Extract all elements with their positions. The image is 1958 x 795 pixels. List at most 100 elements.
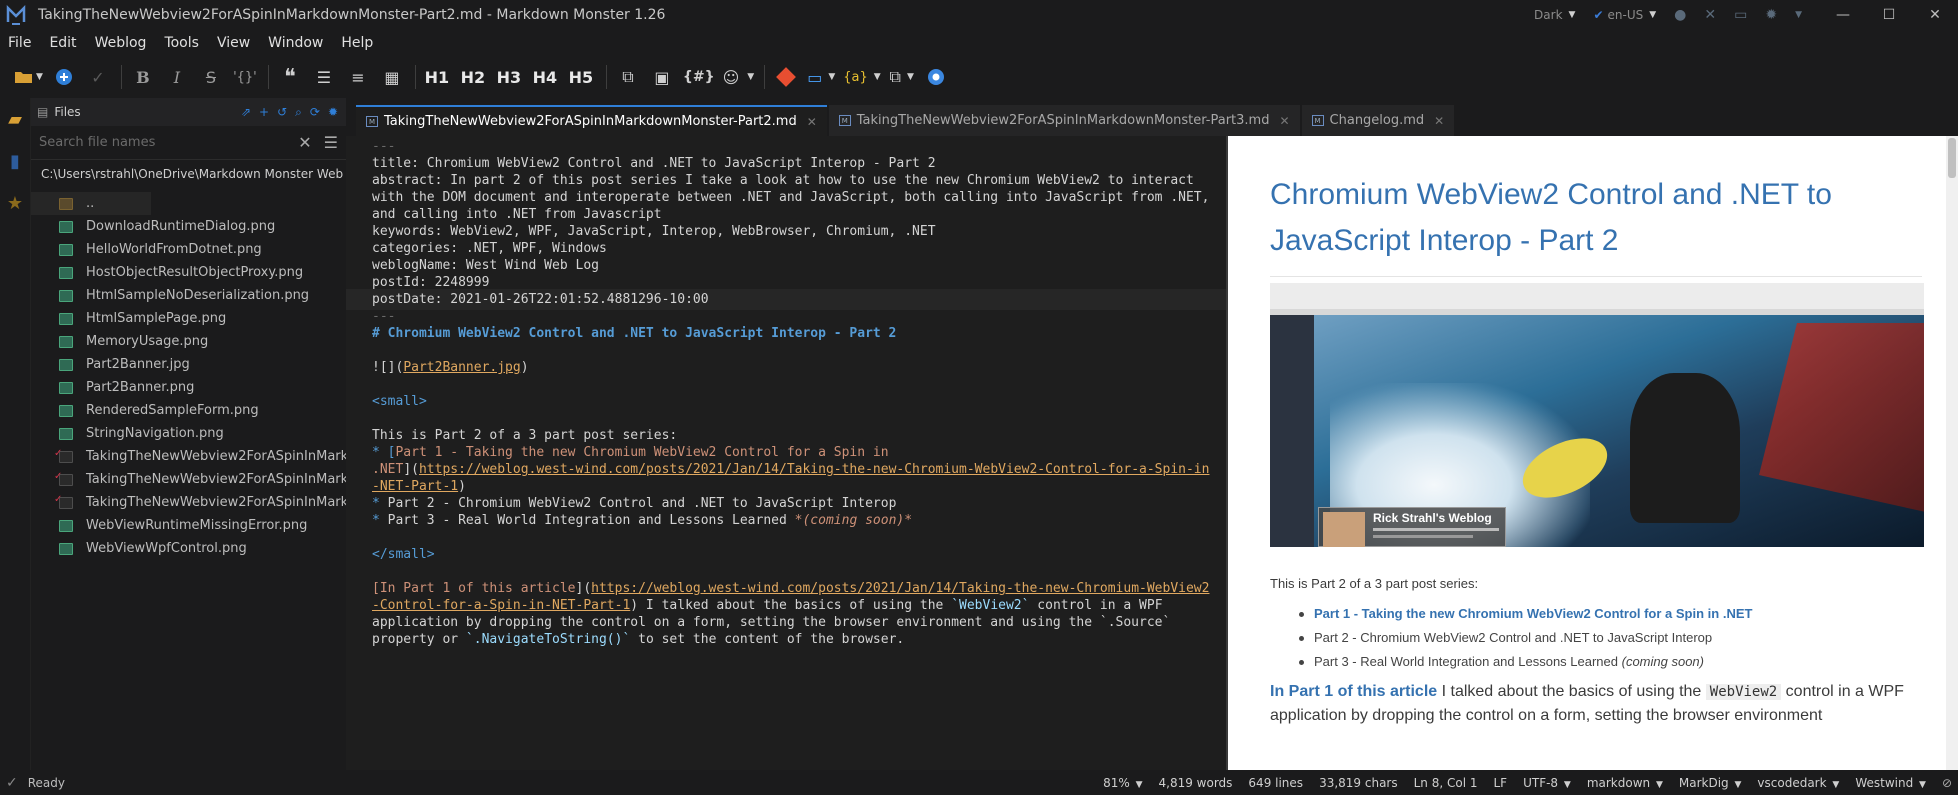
preview-theme-selector[interactable]: Westwind ▼ (1855, 776, 1926, 790)
preview-link[interactable]: In Part 1 of this article (1270, 683, 1437, 700)
file-item[interactable]: TakingTheNewWebview2ForASpinInMarkdo (31, 491, 346, 514)
insert-image-button[interactable]: ▣ (649, 63, 675, 91)
menu-file[interactable]: File (8, 35, 31, 51)
settings-caret-icon[interactable]: ▼ (1795, 10, 1802, 20)
h1-button[interactable]: H1 (424, 63, 450, 91)
numbered-list-button[interactable]: ≡ (345, 63, 371, 91)
file-item[interactable]: HelloWorldFromDotnet.png (31, 238, 346, 261)
theme-selector[interactable]: Dark ▼ (1534, 8, 1575, 22)
emoji-button[interactable]: ☺ ▼ (723, 63, 755, 91)
menu-help[interactable]: Help (341, 35, 373, 51)
close-icon[interactable]: ✕ (807, 115, 817, 129)
menu-edit[interactable]: Edit (49, 35, 76, 51)
file-item[interactable]: HostObjectResultObjectProxy.png (31, 261, 346, 284)
refresh-icon[interactable]: ⟳ (310, 105, 320, 120)
new-document-button[interactable] (51, 63, 77, 91)
line-ending[interactable]: LF (1493, 776, 1507, 790)
new-folder-icon[interactable]: + (259, 105, 269, 120)
file-search-input[interactable] (39, 135, 299, 150)
settings-icon[interactable]: ✹ (328, 105, 338, 120)
code-block-button[interactable]: {#} (683, 63, 715, 91)
history-icon[interactable]: ↺ (277, 105, 287, 120)
zoom-level[interactable]: 81% ▼ (1103, 776, 1142, 790)
sync-icon[interactable]: ⇗ (241, 105, 251, 120)
md-token: Part 1 - Taking the new Chromium WebView… (395, 445, 889, 460)
globe-icon[interactable]: ● (1674, 7, 1686, 23)
addin-button[interactable]: {a} ▼ (843, 63, 880, 91)
minimize-button[interactable]: — (1820, 0, 1866, 30)
file-item[interactable]: TakingTheNewWebview2ForASpinInMarkdo (31, 445, 346, 468)
menu-weblog[interactable]: Weblog (95, 35, 147, 51)
weblog-publish-button[interactable]: ⧉ ▼ (889, 63, 915, 91)
encoding-selector[interactable]: UTF-8 ▼ (1523, 776, 1571, 790)
file-item[interactable]: TakingTheNewWebview2ForASpinInMarkdo (31, 468, 346, 491)
file-item[interactable]: WebViewWpfControl.png (31, 537, 346, 560)
bullet-list-button[interactable]: ☰ (311, 63, 337, 91)
no-entry-icon[interactable]: ⊘ (1942, 776, 1952, 790)
strikethrough-button[interactable]: S (198, 63, 224, 91)
h5-button[interactable]: H5 (568, 63, 594, 91)
preview-list-link[interactable]: Part 1 - Taking the new Chromium WebView… (1298, 606, 1752, 621)
parent-folder-item[interactable]: .. (31, 192, 151, 215)
file-item[interactable]: RenderedSampleForm.png (31, 399, 346, 422)
preview-inline-code: WebView2 (1705, 684, 1782, 700)
h2-button[interactable]: H2 (460, 63, 486, 91)
file-item[interactable]: HtmlSamplePage.png (31, 307, 346, 330)
open-folder-button[interactable]: ▼ (14, 63, 43, 91)
toolbar-separator (267, 65, 269, 89)
menu-view[interactable]: View (217, 35, 250, 51)
save-button[interactable]: ✓ (85, 63, 111, 91)
document-tab[interactable]: M TakingTheNewWebview2ForASpinInMarkdownM… (356, 105, 827, 136)
insert-link-button[interactable]: ⧉ (615, 63, 641, 91)
document-tab[interactable]: M Changelog.md ✕ (1301, 105, 1455, 136)
syntax-selector[interactable]: markdown ▼ (1587, 776, 1663, 790)
markdown-editor[interactable]: --- title: Chromium WebView2 Control and… (346, 136, 1226, 770)
parser-selector[interactable]: MarkDig ▼ (1679, 776, 1742, 790)
search-icon[interactable]: ⌕ (295, 105, 302, 120)
file-item[interactable]: Part2Banner.png (31, 376, 346, 399)
clear-icon[interactable]: ✕ (298, 133, 311, 152)
banner-subtext (1373, 528, 1499, 531)
git-button[interactable] (773, 63, 799, 91)
scrollbar-thumb[interactable] (1948, 138, 1956, 178)
distraction-free-icon[interactable]: ✕ (1704, 7, 1716, 23)
file-item[interactable]: HtmlSampleNoDeserialization.png (31, 284, 346, 307)
tab-label: Changelog.md (1329, 113, 1425, 128)
settings-gear-icon[interactable]: ✹ (1765, 7, 1777, 23)
file-item[interactable]: WebViewRuntimeMissingError.png (31, 514, 346, 537)
quote-button[interactable]: ❝ (277, 63, 303, 91)
star-icon[interactable]: ★ (0, 182, 30, 224)
spellcheck-language-selector[interactable]: ✔ en-US ▼ (1593, 8, 1656, 22)
toolbar: ▼ ✓ B I S '{}' ❝ ☰ ≡ ▦ H1 H2 H3 H4 H5 ⧉ … (0, 56, 1958, 98)
h3-button[interactable]: H3 (496, 63, 522, 91)
bookmark-icon[interactable]: ▮ (0, 140, 30, 182)
inline-code-button[interactable]: '{}' (232, 63, 258, 91)
table-button[interactable]: ▦ (379, 63, 405, 91)
preview-scrollbar[interactable] (1946, 136, 1958, 770)
folder-path[interactable]: C:\Users\rstrahl\OneDrive\Markdown Monst… (31, 160, 346, 188)
close-icon[interactable]: ✕ (1279, 114, 1289, 128)
md-token: control in a WPF (1029, 598, 1163, 613)
document-tab[interactable]: M TakingTheNewWebview2ForASpinInMarkdownM… (828, 105, 1300, 136)
file-item[interactable]: Part2Banner.jpg (31, 353, 346, 376)
html-preview[interactable]: Chromium WebView2 Control and .NET to Ja… (1226, 136, 1958, 770)
italic-button[interactable]: I (164, 63, 190, 91)
maximize-button[interactable]: ☐ (1866, 0, 1912, 30)
preview-mode-button[interactable]: ▭ ▼ (807, 63, 835, 91)
editor-theme-selector[interactable]: vscodedark ▼ (1757, 776, 1839, 790)
filter-list-icon[interactable]: ☰ (324, 133, 338, 152)
menu-window[interactable]: Window (268, 35, 323, 51)
md-token: to set the content of the browser. (630, 632, 905, 647)
file-item[interactable]: StringNavigation.png (31, 422, 346, 445)
presentation-icon[interactable]: ▭ (1734, 7, 1747, 23)
file-item[interactable]: MemoryUsage.png (31, 330, 346, 353)
banner-subtext (1373, 535, 1473, 538)
browser-preview-button[interactable] (923, 63, 949, 91)
close-button[interactable]: ✕ (1912, 0, 1958, 30)
bold-button[interactable]: B (130, 63, 156, 91)
close-icon[interactable]: ✕ (1434, 114, 1444, 128)
folder-icon[interactable]: ▰ (0, 98, 30, 140)
menu-tools[interactable]: Tools (164, 35, 199, 51)
file-item[interactable]: DownloadRuntimeDialog.png (31, 215, 346, 238)
h4-button[interactable]: H4 (532, 63, 558, 91)
